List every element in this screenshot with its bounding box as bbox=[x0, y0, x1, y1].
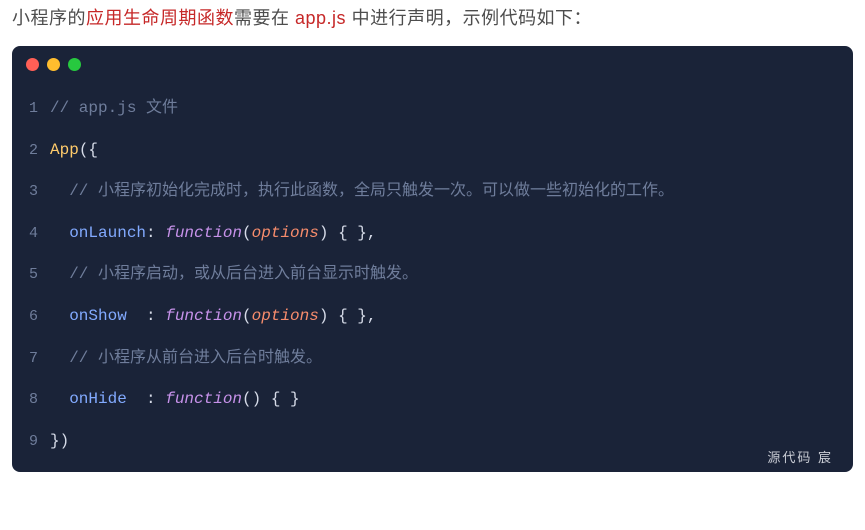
window-dot-close-icon bbox=[26, 58, 39, 71]
code-token: ) { }, bbox=[319, 307, 377, 325]
line-number: 8 bbox=[12, 380, 50, 419]
code-line: 7 // 小程序从前台进入后台时触发。 bbox=[12, 338, 853, 380]
code-token bbox=[50, 307, 69, 325]
line-number: 9 bbox=[12, 422, 50, 461]
code-token: function bbox=[165, 390, 242, 408]
code-token bbox=[50, 349, 69, 367]
intro-highlight-1: 应用生命周期函数 bbox=[86, 8, 234, 28]
code-line: 3 // 小程序初始化完成时，执行此函数，全局只触发一次。可以做一些初始化的工作… bbox=[12, 171, 853, 213]
code-window: 1// app.js 文件2App({3 // 小程序初始化完成时，执行此函数，… bbox=[12, 46, 853, 472]
code-content: // 小程序初始化完成时，执行此函数，全局只触发一次。可以做一些初始化的工作。 bbox=[50, 171, 674, 213]
line-number: 7 bbox=[12, 339, 50, 378]
code-token: () { } bbox=[242, 390, 300, 408]
code-token bbox=[50, 224, 69, 242]
code-token: // 小程序初始化完成时，执行此函数，全局只触发一次。可以做一些初始化的工作。 bbox=[69, 182, 674, 200]
code-line: 4 onLaunch: function(options) { }, bbox=[12, 213, 853, 255]
code-content: App({ bbox=[50, 130, 98, 172]
code-token: : bbox=[127, 307, 165, 325]
intro-text: 小程序的应用生命周期函数需要在 app.js 中进行声明，示例代码如下： bbox=[0, 0, 865, 46]
watermark: 源代码 宸 bbox=[767, 447, 833, 466]
code-token: function bbox=[165, 307, 242, 325]
line-number: 5 bbox=[12, 255, 50, 294]
code-token: // 小程序启动，或从后台进入前台显示时触发。 bbox=[69, 265, 418, 283]
code-token: options bbox=[252, 224, 319, 242]
code-token: onShow bbox=[69, 307, 127, 325]
code-line: 5 // 小程序启动，或从后台进入前台显示时触发。 bbox=[12, 254, 853, 296]
code-token: onLaunch bbox=[69, 224, 146, 242]
window-titlebar bbox=[12, 46, 853, 82]
intro-pre: 小程序的 bbox=[12, 8, 86, 28]
line-number: 6 bbox=[12, 297, 50, 336]
code-token: function bbox=[165, 224, 242, 242]
code-body: 1// app.js 文件2App({3 // 小程序初始化完成时，执行此函数，… bbox=[12, 82, 853, 472]
intro-highlight-2: app.js bbox=[295, 8, 346, 28]
code-content: onHide : function() { } bbox=[50, 379, 300, 421]
code-token: options bbox=[252, 307, 319, 325]
code-token: App bbox=[50, 141, 79, 159]
code-line: 2App({ bbox=[12, 130, 853, 172]
code-content: onShow : function(options) { }, bbox=[50, 296, 376, 338]
window-dot-zoom-icon bbox=[68, 58, 81, 71]
code-line: 6 onShow : function(options) { }, bbox=[12, 296, 853, 338]
code-token: ({ bbox=[79, 141, 98, 159]
code-token: // app.js 文件 bbox=[50, 99, 178, 117]
code-token: // 小程序从前台进入后台时触发。 bbox=[69, 349, 322, 367]
intro-post: 中进行声明，示例代码如下： bbox=[346, 8, 592, 28]
code-content: onLaunch: function(options) { }, bbox=[50, 213, 376, 255]
code-token: ( bbox=[242, 307, 252, 325]
code-token: }) bbox=[50, 432, 69, 450]
code-token bbox=[50, 265, 69, 283]
code-line: 1// app.js 文件 bbox=[12, 88, 853, 130]
window-dot-minimize-icon bbox=[47, 58, 60, 71]
line-number: 2 bbox=[12, 131, 50, 170]
code-content: }) bbox=[50, 421, 69, 463]
code-token: ) { }, bbox=[319, 224, 377, 242]
intro-mid: 需要在 bbox=[234, 8, 295, 28]
code-content: // app.js 文件 bbox=[50, 88, 178, 130]
code-token bbox=[50, 390, 69, 408]
code-token bbox=[50, 182, 69, 200]
code-token: onHide bbox=[69, 390, 127, 408]
code-token: ( bbox=[242, 224, 252, 242]
line-number: 1 bbox=[12, 89, 50, 128]
code-content: // 小程序从前台进入后台时触发。 bbox=[50, 338, 322, 380]
code-token: : bbox=[127, 390, 165, 408]
code-line: 8 onHide : function() { } bbox=[12, 379, 853, 421]
code-content: // 小程序启动，或从后台进入前台显示时触发。 bbox=[50, 254, 418, 296]
code-token: : bbox=[146, 224, 165, 242]
line-number: 4 bbox=[12, 214, 50, 253]
code-line: 9}) bbox=[12, 421, 853, 463]
line-number: 3 bbox=[12, 172, 50, 211]
